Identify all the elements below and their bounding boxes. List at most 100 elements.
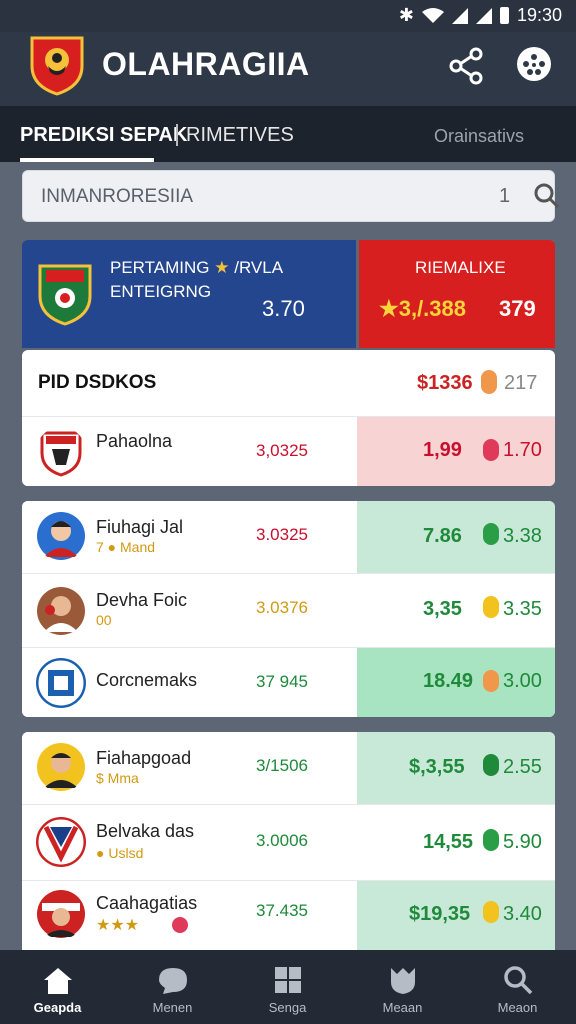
odd-value[interactable]: $19,35 bbox=[409, 903, 470, 926]
player-avatar bbox=[37, 512, 85, 560]
team-name: Caahagatias bbox=[96, 893, 198, 913]
team-cell: Pahaolna 3,0325 bbox=[22, 417, 355, 486]
table-row[interactable]: Caahagatias ★★★ 37.435 $19,35 3.40 bbox=[22, 880, 555, 950]
odd-value[interactable]: 3,35 bbox=[423, 598, 462, 621]
prediction-card-3: Fiahapgoad $ Mma 3/1506 $,3,55 2.55 Belv… bbox=[22, 732, 555, 950]
featured-subtitle: ENTEIGRNG bbox=[110, 282, 212, 301]
team-name: Corcnemaks bbox=[96, 670, 198, 690]
odd-value[interactable]: 1,99 bbox=[423, 439, 462, 462]
chat-icon bbox=[159, 968, 187, 994]
team-cell: Fiahapgoad $ Mma 3/1506 bbox=[22, 732, 355, 804]
odd-indicator-icon bbox=[483, 523, 499, 545]
team-cell: Corcnemaks 37 945 bbox=[22, 648, 355, 717]
odds-cell[interactable]: 14,55 5.90 bbox=[357, 805, 555, 880]
team-subtitle: ● Uslsd bbox=[96, 845, 144, 861]
odd-value[interactable]: 7.86 bbox=[423, 525, 462, 548]
nav-meaan[interactable]: Meaan bbox=[345, 950, 460, 1024]
odd-value-2[interactable]: 1.70 bbox=[503, 439, 542, 462]
table-row[interactable]: Fiuhagi Jal 7 ● Mand 3.0325 7.86 3.38 bbox=[22, 501, 555, 573]
share-icon[interactable] bbox=[446, 46, 486, 86]
card-header-title: PID DSDKOS bbox=[38, 372, 157, 393]
star-icon: ★ bbox=[214, 258, 230, 277]
nav-meaan-label: Meaan bbox=[382, 1000, 423, 1015]
nav-search[interactable]: Meaon bbox=[460, 950, 575, 1024]
odd-value-2[interactable]: 3.35 bbox=[503, 598, 542, 621]
app-title: OLAHRAGIIA bbox=[102, 46, 310, 82]
tab-prediksi[interactable]: PREDIKSI SEPAK bbox=[20, 124, 187, 147]
search-icon[interactable] bbox=[533, 182, 561, 210]
team-stat: 3.0325 bbox=[256, 525, 308, 544]
table-row[interactable]: Devha Foic 00 3.0376 3,35 3.35 bbox=[22, 573, 555, 647]
odd-indicator-icon bbox=[483, 439, 499, 461]
team-name: Fiahapgoad bbox=[96, 748, 192, 768]
nav-senga-label: Senga bbox=[268, 1000, 307, 1015]
odds-cell[interactable]: 7.86 3.38 bbox=[357, 501, 555, 573]
nav-search-label: Meaon bbox=[497, 1000, 538, 1015]
featured-odd[interactable]: 3.70 bbox=[262, 296, 305, 322]
odd-indicator-icon bbox=[483, 754, 499, 776]
odd-value-2[interactable]: 3.00 bbox=[503, 670, 542, 693]
battery-icon bbox=[499, 7, 509, 24]
nav-menu[interactable]: Menen bbox=[115, 950, 230, 1024]
team-logo-icon bbox=[40, 431, 82, 477]
search-count: 1 bbox=[499, 185, 511, 207]
prediction-card-1: PID DSDKOS $1336 217 Pahaolna 3,0325 1,9… bbox=[22, 350, 555, 486]
nav-senga[interactable]: Senga bbox=[230, 950, 345, 1024]
team-name: Pahaolna bbox=[96, 431, 173, 451]
team-name: Fiuhagi Jal bbox=[96, 517, 184, 537]
odd-value-2[interactable]: 3.40 bbox=[503, 903, 542, 926]
odd-value-2[interactable]: 3.38 bbox=[503, 525, 542, 548]
featured-side-value[interactable]: ★3,/.388 bbox=[379, 296, 466, 322]
table-row[interactable]: Pahaolna 3,0325 1,99 1.70 bbox=[22, 416, 555, 486]
soccer-ball-icon[interactable] bbox=[514, 44, 554, 84]
table-row[interactable]: Corcnemaks 37 945 18.49 3.00 bbox=[22, 647, 555, 717]
team-cell: Devha Foic 00 3.0376 bbox=[22, 574, 355, 647]
signal-icon bbox=[451, 7, 468, 24]
tab-bar: PREDIKSI SEPAK RIMETIVES Orainsativs bbox=[0, 106, 576, 162]
odds-cell[interactable]: 18.49 3.00 bbox=[357, 648, 555, 717]
featured-side-value-2[interactable]: 379 bbox=[499, 296, 536, 322]
tab-orainsativs[interactable]: Orainsativs bbox=[434, 126, 524, 147]
table-row[interactable]: Belvaka das ● Uslsd 3.0006 14,55 5.90 bbox=[22, 804, 555, 880]
search-input[interactable]: INMANRORESIIA bbox=[41, 186, 193, 208]
odds-cell[interactable]: 3,35 3.35 bbox=[357, 574, 555, 647]
bluetooth-icon: ✱ bbox=[398, 5, 414, 25]
featured-match-card[interactable]: PERTAMING ★ /RVLA ENTEIGRNG 3.70 bbox=[22, 240, 356, 348]
team-stat: 3/1506 bbox=[256, 756, 308, 775]
card-header-row: PID DSDKOS $1336 217 bbox=[22, 350, 555, 416]
player-avatar bbox=[37, 587, 85, 635]
odds-cell[interactable]: $19,35 3.40 bbox=[357, 881, 555, 950]
tab-separator bbox=[176, 124, 178, 146]
search-bar[interactable]: INMANRORESIIA 1 bbox=[22, 170, 560, 222]
home-icon bbox=[44, 968, 72, 994]
card-header-value-2: 217 bbox=[504, 372, 538, 394]
odd-value[interactable]: 14,55 bbox=[423, 831, 473, 854]
team-subtitle: 00 bbox=[96, 612, 112, 628]
status-icons: ✱ 19:30 bbox=[399, 5, 562, 26]
app-bar: OLAHRAGIIA bbox=[0, 32, 576, 106]
bottom-navigation: Geapda Menen Senga Meaan Meaon bbox=[0, 950, 576, 1024]
nav-home[interactable]: Geapda bbox=[0, 950, 115, 1024]
odd-indicator-icon bbox=[483, 596, 499, 618]
team-stat: 3,0325 bbox=[256, 441, 308, 460]
odd-indicator-icon bbox=[483, 670, 499, 692]
odds-cell[interactable]: $,3,55 2.55 bbox=[357, 732, 555, 804]
status-dot-icon bbox=[172, 917, 188, 933]
team-logo-icon bbox=[36, 817, 86, 867]
odd-value[interactable]: 18.49 bbox=[423, 670, 473, 693]
status-bar: ✱ 19:30 bbox=[0, 0, 576, 32]
odd-value-2[interactable]: 2.55 bbox=[503, 756, 542, 779]
prediction-card-2: Fiuhagi Jal 7 ● Mand 3.0325 7.86 3.38 De… bbox=[22, 501, 555, 717]
team-subtitle: 7 ● Mand bbox=[96, 539, 156, 555]
odd-indicator-icon bbox=[483, 901, 499, 923]
odd-indicator-icon bbox=[483, 829, 499, 851]
rating-stars-icon: ★★★ bbox=[96, 917, 140, 934]
odd-value-2[interactable]: 5.90 bbox=[503, 831, 542, 854]
tab-rimetives[interactable]: RIMETIVES bbox=[186, 124, 294, 147]
team-stat: 37.435 bbox=[256, 901, 308, 920]
odds-cell[interactable]: 1,99 1.70 bbox=[357, 417, 555, 486]
odd-value[interactable]: $,3,55 bbox=[409, 756, 465, 779]
featured-side-card[interactable]: RIEMALIXE ★3,/.388 379 bbox=[359, 240, 555, 348]
featured-title-text: PERTAMING bbox=[110, 258, 210, 277]
table-row[interactable]: Fiahapgoad $ Mma 3/1506 $,3,55 2.55 bbox=[22, 732, 555, 804]
